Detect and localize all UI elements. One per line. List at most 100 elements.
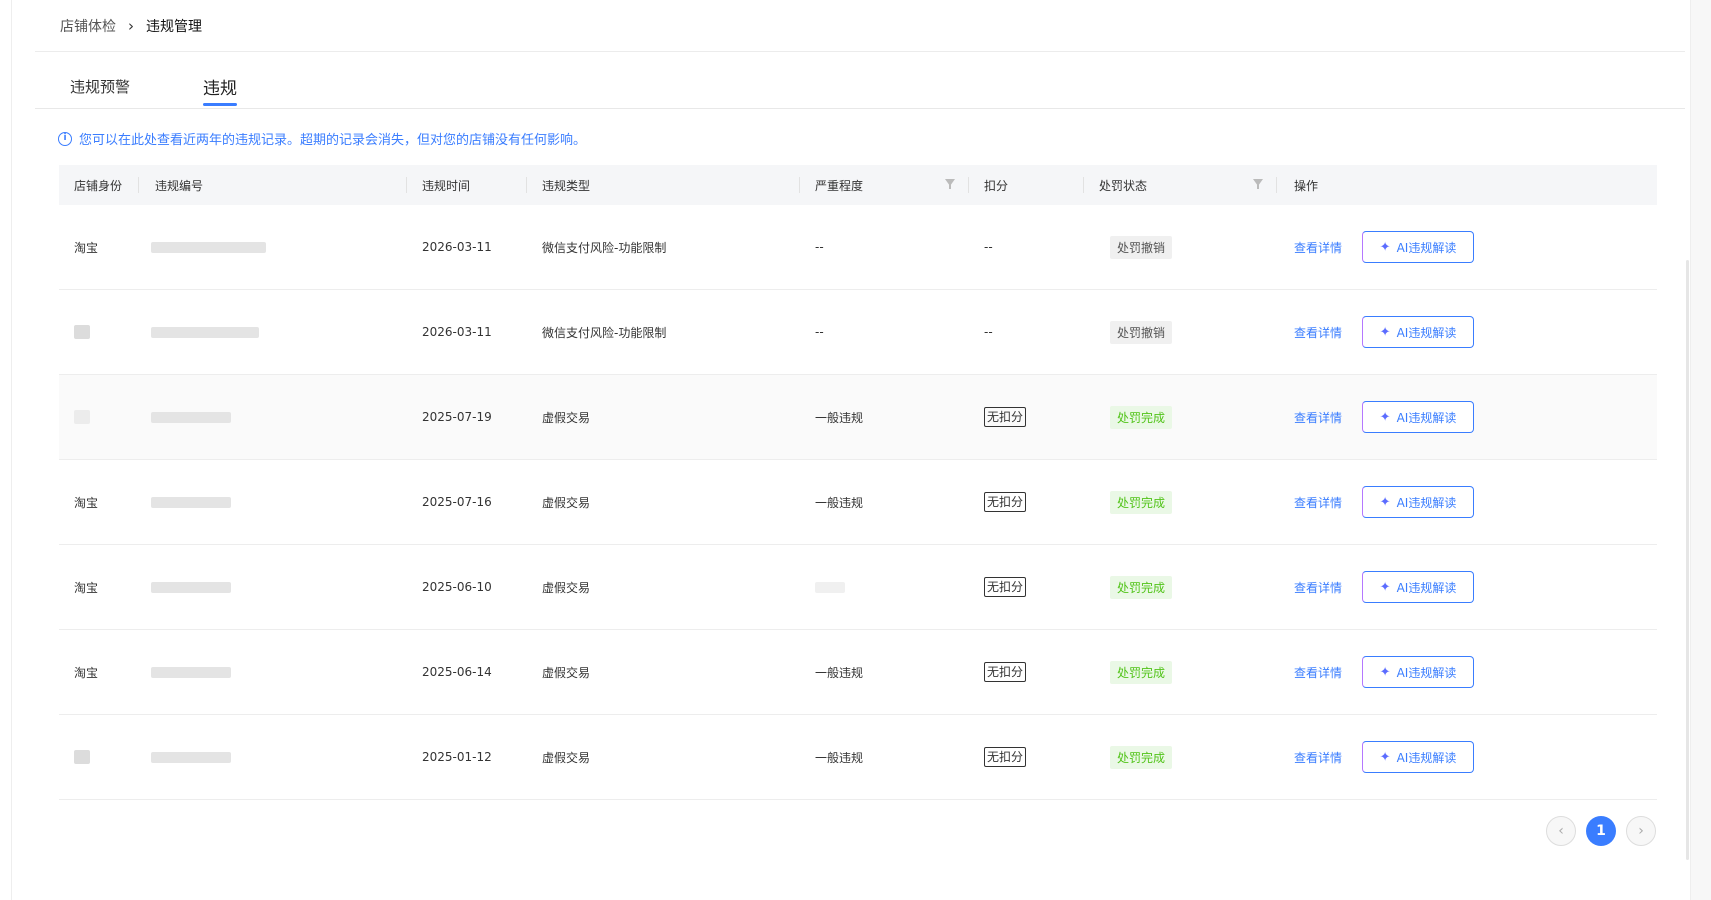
notice-text: 您可以在此处查看近两年的违规记录。超期的记录会消失，但对您的店铺没有任何影响。 [79,133,587,148]
sparkle-icon: ✦ [1379,749,1391,765]
col-divider [526,177,527,193]
pagination: ‹ 1 › [1546,816,1656,846]
col-divider [1083,177,1084,193]
penalty-status-cell: 处罚完成 [1110,630,1173,714]
view-detail-link[interactable]: 查看详情 [1294,579,1342,596]
ai-button-label: AI违规解读 [1396,665,1457,680]
tab-bar: 违规预警 违规 [35,64,1685,109]
severity-cell: 一般违规 [815,665,864,680]
view-detail-link[interactable]: 查看详情 [1294,239,1342,256]
status-badge: 处罚完成 [1110,575,1173,599]
severity-cell: -- [815,325,824,339]
action-cell: 查看详情 [1294,460,1342,544]
status-badge: 处罚撤销 [1110,235,1173,259]
col-header-violation-time: 违规时间 [422,178,471,193]
action-cell: 查看详情 [1294,375,1342,459]
ai-button-label: AI违规解读 [1396,495,1457,510]
sparkle-icon: ✦ [1379,409,1391,425]
next-page-button[interactable]: › [1626,816,1656,846]
ai-interpret-button[interactable]: ✦ AI违规解读 [1362,231,1474,263]
col-divider [406,177,407,193]
table-row: 淘宝 2025-07-16 虚假交易 一般违规 无扣分 处罚完成 查看详情 ✦ A… [59,460,1657,545]
deduction-badge: 无扣分 [984,662,1027,682]
prev-page-button[interactable]: ‹ [1546,816,1576,846]
ai-interpret-button[interactable]: ✦ AI违规解读 [1362,486,1474,518]
table-row: 淘宝 2025-06-14 虚假交易 一般违规 无扣分 处罚完成 查看详情 ✦ A… [59,630,1657,715]
sparkle-icon: ✦ [1379,579,1391,595]
view-detail-link[interactable]: 查看详情 [1294,409,1342,426]
deduction-badge: 无扣分 [984,492,1027,512]
ai-interpret-button[interactable]: ✦ AI违规解读 [1362,656,1474,688]
deduction-cell: 无扣分 [984,715,1027,799]
violation-time-cell: 2026-03-11 [422,325,492,339]
ai-button-label: AI违规解读 [1396,325,1457,340]
ai-interpret-button[interactable]: ✦ AI违规解读 [1362,741,1474,773]
tab-violation-warning[interactable]: 违规预警 [70,76,130,97]
shop-identity-redacted [74,290,90,374]
sparkle-icon: ✦ [1379,664,1391,680]
status-badge: 处罚完成 [1110,745,1173,769]
ai-interpret-button[interactable]: ✦ AI违规解读 [1362,571,1474,603]
severity-cell: 一般违规 [815,410,864,425]
action-cell: 查看详情 [1294,630,1342,714]
ai-cell: ✦ AI违规解读 [1362,460,1474,544]
table-row: 淘宝 2025-06-10 虚假交易 无扣分 处罚完成 查看详情 ✦ AI违规解读 [59,545,1657,630]
col-header-shop-identity: 店铺身份 [74,178,123,193]
violation-type-cell: 微信支付风险-功能限制 [542,240,667,255]
page-scrollbar[interactable] [1686,260,1689,860]
page-number-current[interactable]: 1 [1586,816,1616,846]
severity-cell: 一般违规 [815,495,864,510]
left-panel-edge [0,0,12,900]
status-badge: 处罚撤销 [1110,320,1173,344]
col-divider [968,177,969,193]
ai-button-label: AI违规解读 [1396,580,1457,595]
ai-interpret-button[interactable]: ✦ AI违规解读 [1362,316,1474,348]
info-icon: i [58,131,72,146]
table-row: 淘宝 2026-03-11 微信支付风险-功能限制 -- -- 处罚撤销 查看详… [59,205,1657,290]
severity-filter-icon[interactable] [945,179,955,189]
violation-type-cell: 虚假交易 [542,495,591,510]
action-cell: 查看详情 [1294,205,1342,289]
ai-cell: ✦ AI违规解读 [1362,545,1474,629]
deduction-cell: -- [984,325,993,339]
right-panel-edge [1690,0,1711,900]
deduction-badge: 无扣分 [984,747,1027,767]
penalty-status-cell: 处罚完成 [1110,715,1173,799]
view-detail-link[interactable]: 查看详情 [1294,324,1342,341]
ai-cell: ✦ AI违规解读 [1362,290,1474,374]
violation-table: 店铺身份 违规编号 违规时间 违规类型 严重程度 扣分 处罚状态 操作 淘宝 2… [59,165,1657,800]
severity-cell-redacted [815,545,845,629]
action-cell: 查看详情 [1294,715,1342,799]
shop-identity-cell: 淘宝 [74,580,99,595]
violation-id-redacted [151,460,231,544]
severity-cell: -- [815,240,824,254]
status-badge: 处罚完成 [1110,490,1173,514]
col-divider [138,177,139,193]
breadcrumb-parent[interactable]: 店铺体检 [60,16,116,36]
violation-id-redacted [151,715,231,799]
breadcrumb-separator-icon: › [128,17,134,35]
table-row: 2025-01-12 虚假交易 一般违规 无扣分 处罚完成 查看详情 ✦ AI违规… [59,715,1657,800]
deduction-cell: 无扣分 [984,545,1027,629]
penalty-status-cell: 处罚撤销 [1110,290,1173,374]
view-detail-link[interactable]: 查看详情 [1294,749,1342,766]
ai-interpret-button[interactable]: ✦ AI违规解读 [1362,401,1474,433]
ai-button-label: AI违规解读 [1396,410,1457,425]
view-detail-link[interactable]: 查看详情 [1294,664,1342,681]
violation-type-cell: 微信支付风险-功能限制 [542,325,667,340]
violation-time-cell: 2025-01-12 [422,750,492,764]
deduction-cell: 无扣分 [984,375,1027,459]
action-cell: 查看详情 [1294,290,1342,374]
col-header-violation-type: 违规类型 [542,178,591,193]
ai-cell: ✦ AI违规解读 [1362,375,1474,459]
deduction-badge: 无扣分 [984,577,1027,597]
tab-violation[interactable]: 违规 [203,74,237,106]
ai-cell: ✦ AI违规解读 [1362,715,1474,799]
view-detail-link[interactable]: 查看详情 [1294,494,1342,511]
violation-type-cell: 虚假交易 [542,665,591,680]
status-badge: 处罚完成 [1110,405,1173,429]
deduction-cell: 无扣分 [984,630,1027,714]
status-filter-icon[interactable] [1253,179,1263,189]
violation-id-redacted [151,205,266,289]
shop-identity-redacted [74,375,90,459]
